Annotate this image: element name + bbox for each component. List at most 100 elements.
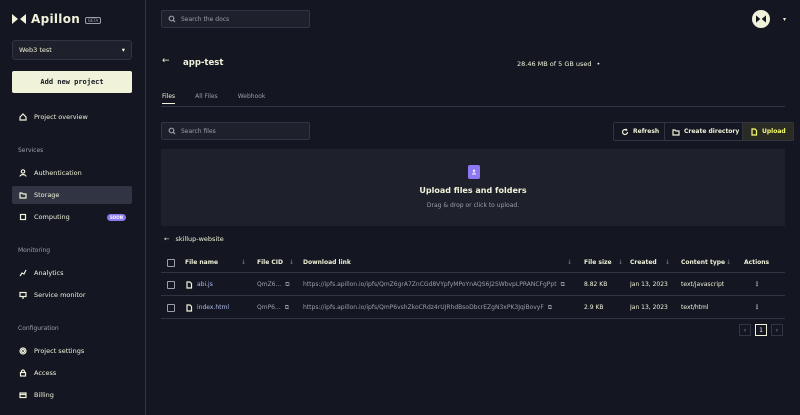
monitor-icon (19, 291, 27, 299)
file-name: abi.js (197, 281, 213, 288)
folder-name: skillup-website (175, 235, 224, 243)
file-cid-text: QmZ6... (257, 281, 282, 288)
table-row[interactable]: index.html QmP6... ⧉ https://ipfs.apillo… (161, 297, 785, 319)
col-file-size[interactable]: File size (584, 259, 612, 266)
row-checkbox[interactable] (167, 303, 175, 312)
sort-arrow-icon[interactable]: ↓ (241, 259, 246, 266)
col-actions: Actions (744, 259, 769, 266)
chart-icon (19, 269, 27, 277)
folder-plus-icon (672, 128, 680, 136)
col-file-cid[interactable]: File CID (257, 259, 283, 266)
sidebar-item-label: Computing (34, 213, 70, 221)
more-actions-icon[interactable]: ⋮ (754, 304, 760, 311)
copy-icon[interactable]: ⧉ (285, 304, 289, 312)
file-size: 2.9 KB (584, 304, 604, 311)
cpu-icon (19, 213, 27, 221)
docs-search-input[interactable]: Search the docs (161, 10, 310, 28)
search-files-placeholder: Search files (181, 127, 216, 135)
sort-arrow-icon[interactable]: ↓ (726, 259, 731, 266)
section-monitoring: Monitoring (18, 247, 51, 254)
download-link-text: https://ipfs.apillon.io/ipfs/QmP6vshZkoC… (303, 304, 544, 311)
sidebar-item-service-monitor[interactable]: Service monitor (12, 286, 132, 304)
col-label: File size (584, 259, 612, 266)
brand-logo[interactable]: Apillon BETA (12, 12, 102, 26)
lock-icon (19, 369, 27, 377)
project-select[interactable]: Web3 test ▾ (12, 40, 132, 60)
sort-arrow-icon[interactable]: ↓ (567, 259, 572, 266)
brand-name: Apillon (31, 12, 81, 26)
tab-webhook[interactable]: Webhook (238, 93, 266, 104)
back-arrow-icon[interactable]: ← (164, 235, 169, 243)
search-files-input[interactable]: Search files (161, 122, 310, 140)
col-content-type[interactable]: Content type (681, 259, 725, 266)
docs-search-placeholder: Search the docs (181, 15, 230, 23)
more-actions-icon[interactable]: ⋮ (754, 281, 760, 288)
upload-button[interactable]: Upload (742, 122, 794, 141)
sidebar-item-access[interactable]: Access (12, 364, 132, 382)
col-file-name[interactable]: File name (185, 259, 218, 266)
col-download-link[interactable]: Download link (303, 259, 351, 266)
sidebar-item-storage[interactable]: Storage (12, 186, 132, 204)
dropzone-subtitle: Drag & drop or click to upload. (426, 202, 520, 209)
dropzone-title: Upload files and folders (419, 186, 527, 195)
usage-dot-icon: • (596, 60, 601, 68)
create-directory-button[interactable]: Create directory (664, 122, 748, 141)
sidebar-item-label: Billing (34, 391, 54, 399)
search-icon (168, 127, 176, 135)
sidebar-item-label: Analytics (34, 269, 64, 277)
file-name-cell[interactable]: abi.js (185, 280, 213, 289)
avatar[interactable] (752, 10, 770, 28)
sidebar-item-label: Authentication (34, 169, 82, 177)
row-checkbox[interactable] (167, 280, 175, 289)
file-name: index.html (197, 304, 229, 311)
sidebar-item-computing[interactable]: Computing SOON (12, 208, 132, 226)
next-page-button[interactable]: › (771, 324, 783, 336)
sort-arrow-icon[interactable]: ↓ (665, 259, 670, 266)
col-label: Content type (681, 259, 726, 266)
table-row[interactable]: abi.js QmZ6... ⧉ https://ipfs.apillon.io… (161, 274, 785, 296)
refresh-icon (621, 127, 629, 136)
avatar-chevron-down-icon[interactable]: ▾ (783, 16, 786, 23)
copy-icon[interactable]: ⧉ (548, 304, 552, 312)
sidebar-item-analytics[interactable]: Analytics (12, 264, 132, 282)
select-all-checkbox[interactable] (167, 258, 175, 267)
sort-arrow-icon[interactable]: ↓ (618, 259, 623, 266)
col-label: Download link (303, 259, 351, 266)
sidebar-item-label: Storage (34, 191, 60, 199)
copy-icon[interactable]: ⧉ (561, 281, 565, 289)
back-arrow-icon[interactable]: ← (162, 56, 170, 66)
file-cid-text: QmP6... (257, 304, 281, 311)
beta-badge: BETA (85, 16, 102, 24)
refresh-button[interactable]: Refresh (613, 122, 668, 141)
prev-page-button[interactable]: ‹ (739, 324, 751, 336)
tab-all-files[interactable]: All Files (195, 93, 218, 104)
sort-arrow-icon[interactable]: ↓ (289, 259, 294, 266)
apillon-logo-icon (756, 15, 766, 23)
sidebar-item-billing[interactable]: Billing (12, 386, 132, 404)
col-label: Created (630, 259, 657, 266)
folder-icon (19, 191, 27, 199)
sidebar-item-label: Project settings (34, 347, 85, 355)
file-icon (185, 303, 193, 312)
download-link[interactable]: https://ipfs.apillon.io/ipfs/QmP6vshZkoC… (303, 304, 567, 312)
col-label: File name (185, 259, 219, 266)
page-button-current[interactable]: 1 (755, 324, 767, 336)
sidebar-item-project-settings[interactable]: Project settings (12, 342, 132, 360)
create-directory-label: Create directory (684, 128, 740, 135)
download-link[interactable]: https://ipfs.apillon.io/ipfs/QmZ6grA7ZnC… (303, 281, 567, 289)
gear-icon (19, 347, 27, 355)
project-select-value: Web3 test (19, 46, 52, 54)
sidebar-item-label: Service monitor (34, 291, 86, 299)
tab-files[interactable]: Files (162, 93, 176, 104)
file-content-type: text/html (681, 304, 709, 311)
add-new-project-button[interactable]: Add new project (12, 71, 132, 93)
sidebar-item-project-overview[interactable]: Project overview (12, 108, 132, 126)
section-services: Services (18, 147, 44, 154)
col-label: Actions (744, 259, 770, 266)
file-name-cell[interactable]: index.html (185, 303, 229, 312)
breadcrumb[interactable]: ← skillup-website (164, 235, 224, 243)
col-label: File CID (257, 259, 283, 266)
sidebar-item-authentication[interactable]: Authentication (12, 164, 132, 182)
col-created[interactable]: Created (630, 259, 657, 266)
copy-icon[interactable]: ⧉ (285, 281, 289, 289)
